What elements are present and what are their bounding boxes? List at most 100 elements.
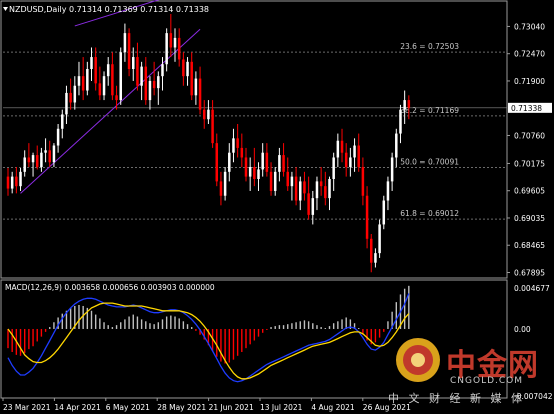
candle-body [365,195,369,239]
candle-body [152,80,156,89]
watermark-logo: 中金网 CNGOLD.COM 中 文 财 经 新 媒 体 [388,334,544,405]
candle-body [207,109,210,120]
candle-body [223,171,227,196]
symbol-label: NZDUSD,Daily 0.71314 0.71369 0.71314 0.7… [9,5,209,14]
candle-body [219,181,223,196]
symbol-dropdown-icon [3,7,8,11]
candle-body [140,66,143,86]
candle-body [111,64,114,96]
time-tick-label: 6 May 2021 [106,403,150,412]
candle-body [77,76,81,86]
chart-headers: NZDUSD,Daily 0.71314 0.71369 0.71314 0.7… [3,5,215,292]
candle-body [278,155,281,172]
candle-body [90,57,93,69]
candle-body [106,64,110,77]
time-tick-label: 28 May 2021 [157,403,206,412]
macd-title: MACD(12,26,9) 0.003658 0.000656 0.003903… [5,283,215,292]
candle-body [257,169,260,179]
fib-label: 23.6 = 0.72503 [400,42,459,51]
candle-body [148,80,152,101]
candle-body [182,59,185,77]
coin-logo-icon [396,338,440,382]
candle-body [294,176,298,201]
candle-body [98,83,102,96]
candle-body [157,76,160,89]
candle-body [357,145,360,168]
candle-body [344,152,348,168]
candle-body [198,78,202,110]
price-tick-label: 0.69605 [514,187,545,196]
candle-body [132,57,135,69]
candle-body [144,66,148,101]
candle-body [61,114,64,129]
candle-body [94,57,97,84]
candle-body [395,133,398,158]
time-axis: 23 Mar 2021 14 Apr 2021 6 May 2021 28 May 2… [2,398,411,412]
price-tick-label: 0.70760 [514,131,545,140]
time-tick-label: 21 Jun 2021 [209,403,254,412]
candle-body [56,128,60,146]
price-axis: 0.71338 0.73040 0.72470 0.71900 0.70760 0.701… [507,22,552,278]
candle-body [324,186,327,199]
trendline-lower [20,28,201,194]
candle-body [353,145,356,158]
watermark-sub: CNGOLD.COM [450,376,524,386]
candle-body [44,150,47,153]
price-tick-label: 0.70175 [514,159,545,168]
candle-body [215,143,219,182]
candle-body [340,140,344,153]
price-tick-label: 0.72470 [514,50,545,59]
candle-body [328,179,331,199]
candle-body [319,181,323,187]
candle-body [244,157,248,177]
candle-body [303,181,306,194]
candle-body [6,176,10,189]
candle-body [361,167,365,196]
candle-body [127,33,131,69]
candle-body [123,33,127,53]
last-price-label: 0.71338 [511,104,542,113]
candle-body [169,33,173,48]
candle-body [349,157,352,168]
fib-label: 61.8 = 0.69012 [400,209,459,218]
time-tick-label: 4 Aug 2021 [311,403,354,412]
candle-body [399,109,402,134]
candle-body [332,157,335,179]
candle-body [232,138,235,153]
candle-body [194,78,198,96]
time-tick-label: 23 Mar 2021 [3,403,51,412]
time-tick-label: 14 Apr 2021 [54,403,101,412]
candle-body [15,176,18,187]
candle-body [253,167,256,179]
candle-body [161,64,164,77]
price-tick-label: 0.73040 [514,22,545,31]
candle-body [311,198,315,215]
candle-body [378,224,381,254]
candle-body [173,37,177,48]
candle-body [290,176,294,187]
candle-body [40,152,43,168]
candle-body [31,155,35,163]
candle-body [186,61,189,77]
candle-body [407,100,411,108]
candle-body [202,109,206,120]
candle-body [228,152,231,172]
watermark-tagline: 中 文 财 经 新 媒 体 [388,392,525,405]
candle-body [211,109,214,144]
candle-body [19,171,22,187]
candle-body [382,200,386,225]
candle-body [299,181,302,201]
candle-body [386,181,390,201]
candle-body [23,157,26,172]
price-tick-label: 0.68465 [514,241,545,250]
candle-body [374,253,377,263]
fib-label: 50.0 = 0.70091 [400,157,459,166]
candle-body [265,152,269,172]
price-tick-label: 0.67895 [514,269,545,278]
candle-body [190,61,193,96]
candle-body [81,76,85,91]
candle-body [165,33,168,65]
price-tick-label: 0.69035 [514,214,545,223]
candle-body [177,37,181,60]
candle-body [390,157,394,182]
